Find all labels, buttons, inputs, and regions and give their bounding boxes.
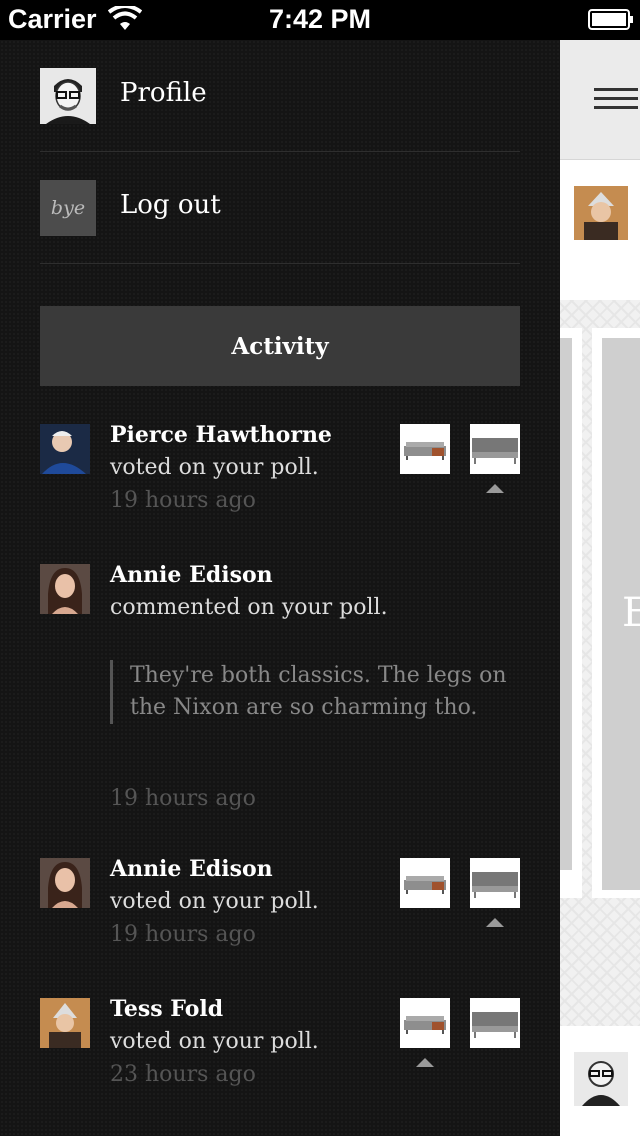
activity-time: 19 hours ago — [110, 488, 256, 513]
poll-option-1-thumb[interactable] — [400, 998, 450, 1048]
activity-user-name: Annie Edison — [110, 856, 273, 882]
side-drawer: Profile bye Log out Activity Pierce Hawt… — [0, 40, 560, 1136]
selected-option-indicator-icon — [486, 918, 504, 927]
user-avatar-bottom — [574, 1052, 628, 1106]
activity-user-name: Annie Edison — [110, 562, 273, 588]
user-avatar-top — [574, 186, 628, 240]
profile-avatar — [40, 68, 96, 124]
activity-action: voted on your poll. — [110, 455, 319, 480]
activity-action: commented on your poll. — [110, 595, 388, 620]
partial-text: E — [622, 590, 640, 636]
main-screen-peek[interactable]: E — [560, 40, 640, 1136]
menu-item-profile[interactable]: Profile — [40, 40, 520, 152]
comment-quote: They're both classics. The legs on the N… — [110, 660, 510, 724]
activity-action: voted on your poll. — [110, 889, 319, 914]
poll-card-left-image — [560, 338, 572, 870]
pierce-avatar — [40, 424, 90, 474]
poll-option-1-thumb[interactable] — [400, 424, 450, 474]
activity-user-name: Pierce Hawthorne — [110, 422, 332, 448]
activity-time: 19 hours ago — [110, 922, 256, 947]
poll-option-2-thumb[interactable] — [470, 998, 520, 1048]
poll-option-1-thumb[interactable] — [400, 858, 450, 908]
logout-thumb: bye — [40, 180, 96, 236]
battery-icon — [588, 9, 633, 30]
selected-option-indicator-icon — [486, 484, 504, 493]
tess-avatar — [40, 998, 90, 1048]
logout-label: Log out — [120, 190, 221, 220]
main-header — [560, 40, 640, 160]
hamburger-menu-icon[interactable] — [594, 88, 638, 112]
status-time: 7:42 PM — [268, 4, 372, 34]
activity-action: voted on your poll. — [110, 1029, 319, 1054]
activity-user-name: Tess Fold — [110, 996, 224, 1022]
profile-label: Profile — [120, 78, 207, 108]
poll-option-2-thumb[interactable] — [470, 424, 520, 474]
annie-avatar — [40, 564, 90, 614]
activity-header: Activity — [40, 306, 520, 386]
activity-time: 23 hours ago — [110, 1062, 256, 1087]
status-bar: Carrier 7:42 PM — [0, 0, 640, 40]
selected-option-indicator-icon — [416, 1058, 434, 1067]
activity-time: 19 hours ago — [110, 786, 256, 811]
menu-item-logout[interactable]: bye Log out — [40, 152, 520, 264]
poll-option-2-thumb[interactable] — [470, 858, 520, 908]
annie-avatar — [40, 858, 90, 908]
